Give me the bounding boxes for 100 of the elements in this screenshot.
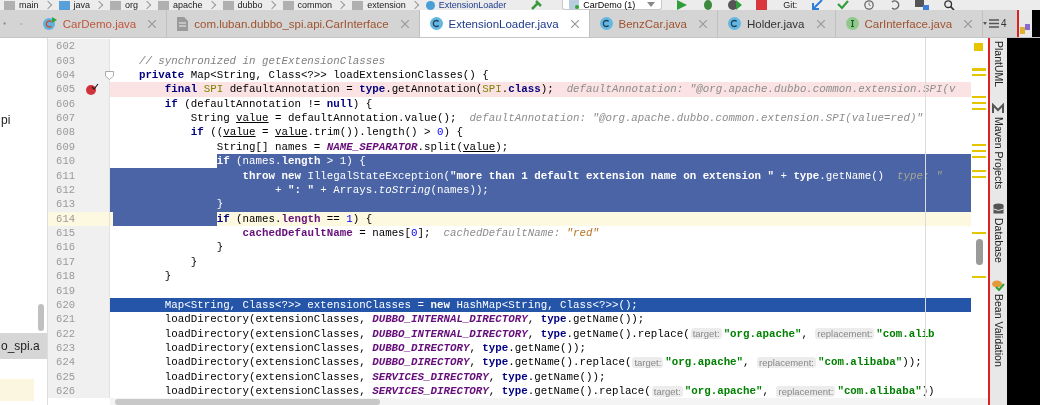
folder-icon xyxy=(58,0,70,10)
close-icon[interactable] xyxy=(400,19,409,28)
code-line: if ((value = value.trim()).length() > 0) { xyxy=(190,125,464,140)
code-line: String[] names = NAME_SEPARATOR.split(value); xyxy=(216,139,510,154)
tool-window-button[interactable]: Bean Validation xyxy=(992,294,1005,368)
tool-window-button[interactable]: PlantUML xyxy=(992,41,1005,88)
class-icon xyxy=(425,0,435,10)
code-line: private Map<String, Class<?>> loadExtensionClasses() { xyxy=(138,67,490,83)
bean-icon xyxy=(992,279,1005,292)
update-icon[interactable] xyxy=(811,0,824,10)
database-icon xyxy=(993,203,1004,216)
code-line: loadDirectory(extensionClasses, DUBBO_DIRECTORY, type.getName().replace( target: "org.apache", replacement: "com.alibaba")); xyxy=(164,355,923,370)
close-icon[interactable] xyxy=(698,19,707,28)
line-number: 607 xyxy=(55,112,75,125)
line-number: 610 xyxy=(55,155,75,168)
code-line: } xyxy=(216,197,225,212)
breakpoint-icon[interactable] xyxy=(85,83,99,96)
folder-icon xyxy=(352,0,364,10)
scrollbar-thumb[interactable] xyxy=(976,239,983,265)
line-number: 619 xyxy=(55,284,75,297)
code-line: } xyxy=(190,254,199,269)
line-number: 614 xyxy=(55,212,75,225)
line-number: 615 xyxy=(55,227,75,240)
class-icon xyxy=(429,17,443,30)
line-number: 605 xyxy=(55,83,75,96)
line-number: 622 xyxy=(55,327,75,340)
line-number: 618 xyxy=(55,270,75,283)
code-line: cachedDefaultName = names[0]; cachedDefaultName: "red" xyxy=(242,226,600,241)
list-icon xyxy=(983,19,1000,28)
close-icon[interactable] xyxy=(816,19,825,28)
editor-tab[interactable]: ExtensionLoader.java xyxy=(419,10,590,37)
file-icon xyxy=(177,16,189,31)
debug-icon[interactable] xyxy=(702,0,715,10)
fold-icon[interactable] xyxy=(105,70,114,80)
class-icon xyxy=(42,16,57,31)
project-tree-item[interactable]: pi xyxy=(0,112,47,128)
code-line: loadDirectory(extensionClasses, DUBBO_DIRECTORY, type.getName()); xyxy=(164,341,588,356)
folder-icon xyxy=(110,0,122,10)
vcs-label: Git: xyxy=(783,0,798,10)
class-icon xyxy=(727,17,741,30)
interface-icon xyxy=(845,17,859,30)
breadcrumb-item[interactable]: apache xyxy=(173,0,203,10)
line-number: 608 xyxy=(55,126,75,139)
line-number: 603 xyxy=(55,54,75,67)
horizontal-scrollbar[interactable] xyxy=(110,398,988,405)
line-number: 604 xyxy=(55,68,75,81)
project-tree-item[interactable]: o_spi.a xyxy=(0,333,47,359)
line-number: 617 xyxy=(55,255,75,268)
tool-window-button[interactable]: Maven Projects xyxy=(992,117,1005,190)
close-icon[interactable] xyxy=(964,19,973,28)
line-number: 621 xyxy=(55,313,75,326)
close-icon[interactable] xyxy=(570,19,579,28)
clock-icon[interactable] xyxy=(863,0,876,10)
code-line: loadDirectory(extensionClasses, DUBBO_INTERNAL_DIRECTORY, type.getName()); xyxy=(164,312,646,327)
check-icon[interactable] xyxy=(837,0,850,10)
line-number: 623 xyxy=(55,342,75,355)
code-line: } xyxy=(216,240,225,255)
row-highlight xyxy=(0,379,34,401)
class-icon xyxy=(599,17,613,30)
breadcrumb-item[interactable]: extension xyxy=(367,0,406,10)
scrollbar-thumb[interactable] xyxy=(38,304,44,331)
breadcrumb-item[interactable]: main xyxy=(19,0,39,10)
line-number: 609 xyxy=(55,140,75,153)
marker-stripe[interactable] xyxy=(972,40,986,280)
maven-icon xyxy=(992,103,1005,115)
folder-icon xyxy=(4,0,15,10)
stop-icon[interactable] xyxy=(756,0,768,10)
line-number: 611 xyxy=(55,169,75,182)
code-line: Map<String, Class<?>> extensionClasses = new HashMap<String, Class<?>>(); xyxy=(164,297,639,313)
line-number: 602 xyxy=(55,40,75,53)
code-line: loadDirectory(extensionClasses, SERVICES_DIRECTORY, type.getName()); xyxy=(164,369,607,384)
tool-window-button[interactable]: Database xyxy=(992,218,1005,264)
code-line: } xyxy=(164,269,173,284)
application-icon xyxy=(569,0,580,9)
line-number: 616 xyxy=(55,241,75,254)
line-number: 606 xyxy=(55,97,75,110)
breadcrumb-item[interactable]: common xyxy=(297,0,333,10)
breadcrumb-item[interactable]: org xyxy=(125,0,139,10)
layout-icon[interactable] xyxy=(915,0,930,10)
breadcrumb-item[interactable]: ExtensionLoader xyxy=(438,0,507,10)
line-number: 613 xyxy=(55,198,75,211)
code-line: + ": " + Arrays.toString(names)); xyxy=(275,182,490,198)
code-line: String value = defaultAnnotation.value(); defaultAnnotation: "@org.apache.dubbo.common.extension.SPI(value=red)" xyxy=(190,111,924,126)
folder-icon xyxy=(282,0,294,10)
caret-icon xyxy=(647,1,656,8)
code-line: if (defaultAnnotation != null) { xyxy=(164,96,374,111)
close-icon[interactable] xyxy=(148,19,157,28)
code-line: final SPI defaultAnnotation = type.getAnnotation(SPI.class); defaultAnnotation: "@org.apache.dubbo.common.extension.SPI(v xyxy=(164,82,957,97)
coverage-icon[interactable] xyxy=(728,0,743,10)
tab-list-button[interactable]: 4 xyxy=(983,10,1007,37)
search-icon[interactable] xyxy=(943,0,956,10)
line-number: 612 xyxy=(55,183,75,196)
folder-icon xyxy=(222,0,234,10)
undo-icon[interactable] xyxy=(889,0,902,10)
plantuml-icon[interactable] xyxy=(1018,22,1032,35)
line-number: 626 xyxy=(55,385,75,398)
breadcrumb-item[interactable]: dubbo xyxy=(237,0,263,10)
line-number: 625 xyxy=(55,370,75,383)
code-line: loadDirectory(extensionClasses, DUBBO_INTERNAL_DIRECTORY, type.getName().replace( target: "org.apache", replacement: "com.alib xyxy=(164,326,936,341)
breadcrumb-item[interactable]: java xyxy=(73,0,91,10)
